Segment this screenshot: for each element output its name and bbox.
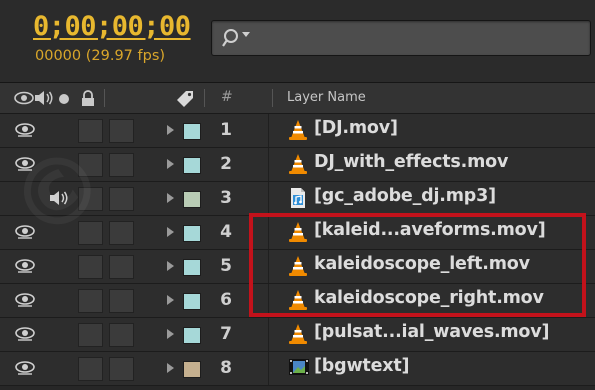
expand-triangle-icon[interactable]	[167, 295, 174, 305]
layer-name[interactable]: [bgwtext]	[314, 356, 410, 376]
lock-switch[interactable]	[109, 187, 134, 211]
solo-switch[interactable]	[78, 357, 103, 381]
lock-switch[interactable]	[109, 357, 134, 381]
vlc-icon	[288, 323, 308, 349]
layer-row[interactable]: 6 kaleidoscope_right.mov	[0, 284, 595, 318]
expand-triangle-icon[interactable]	[167, 261, 174, 271]
column-divider	[268, 114, 269, 147]
layer-name[interactable]: [DJ.mov]	[314, 118, 398, 138]
label-color-swatch[interactable]	[183, 225, 201, 242]
solo-switch[interactable]	[78, 323, 103, 347]
solo-switch[interactable]	[78, 289, 103, 313]
video-eye-icon[interactable]	[15, 122, 37, 142]
vlc-icon	[288, 255, 308, 281]
video-eye-icon[interactable]	[15, 292, 37, 312]
expand-triangle-icon[interactable]	[167, 125, 174, 135]
vlc-icon	[288, 153, 308, 179]
video-eye-icon[interactable]	[15, 224, 37, 244]
expand-triangle-icon[interactable]	[167, 159, 174, 169]
vlc-icon	[288, 119, 308, 145]
solo-switch[interactable]	[78, 153, 103, 177]
label-color-swatch[interactable]	[183, 293, 201, 310]
label-color-swatch[interactable]	[183, 191, 201, 208]
video-eye-icon[interactable]	[15, 156, 37, 176]
layer-row[interactable]: 7 [pulsat...ial_waves.mov]	[0, 318, 595, 352]
lock-switch[interactable]	[109, 289, 134, 313]
layer-name[interactable]: [pulsat...ial_waves.mov]	[314, 322, 549, 342]
column-divider	[268, 284, 269, 317]
layer-number: 3	[220, 188, 232, 208]
audio-speaker-icon[interactable]	[33, 90, 55, 106]
label-color-swatch[interactable]	[183, 327, 201, 344]
column-divider	[268, 216, 269, 249]
layer-name[interactable]: kaleidoscope_right.mov	[314, 288, 544, 308]
label-color-swatch[interactable]	[183, 157, 201, 174]
solo-dot-icon[interactable]	[58, 93, 70, 105]
layer-row[interactable]: 5 kaleidoscope_left.mov	[0, 250, 595, 284]
layer-name[interactable]: kaleidoscope_left.mov	[314, 254, 530, 274]
lock-icon[interactable]	[80, 90, 96, 107]
solo-switch[interactable]	[78, 187, 103, 211]
solo-switch[interactable]	[78, 119, 103, 143]
header-divider	[272, 89, 273, 107]
column-divider	[268, 182, 269, 215]
layer-name[interactable]: [gc_adobe_dj.mp3]	[314, 186, 496, 206]
vlc-icon	[288, 221, 308, 247]
column-divider	[268, 352, 269, 385]
expand-triangle-icon[interactable]	[167, 329, 174, 339]
layer-row[interactable]: 1 [DJ.mov]	[0, 114, 595, 148]
header-divider	[104, 89, 105, 107]
search-icon[interactable]	[222, 27, 258, 49]
timeline-panel: 0;00;00;00 00000 (29.97 fps) # Layer Nam…	[0, 0, 595, 390]
column-divider	[268, 148, 269, 181]
search-input[interactable]	[211, 20, 591, 56]
header-divider	[204, 89, 205, 107]
video-eye-icon[interactable]	[15, 326, 37, 346]
solo-switch[interactable]	[78, 255, 103, 279]
layer-row[interactable]: 3 [gc_adobe_dj.mp3]	[0, 182, 595, 216]
vlc-icon	[288, 289, 308, 315]
layer-row[interactable]: 8 [bgwtext]	[0, 352, 595, 386]
layer-number-header[interactable]: #	[221, 89, 233, 105]
expand-triangle-icon[interactable]	[167, 227, 174, 237]
audio-file-icon	[288, 187, 308, 213]
column-divider	[268, 250, 269, 283]
frame-rate-display: 00000 (29.97 fps)	[35, 48, 166, 64]
layer-number: 4	[220, 222, 232, 242]
solo-switch[interactable]	[78, 221, 103, 245]
layer-number: 7	[220, 324, 232, 344]
current-time-display[interactable]: 0;00;00;00	[33, 12, 191, 42]
layer-row[interactable]: 4 [kaleid...aveforms.mov]	[0, 216, 595, 250]
label-color-swatch[interactable]	[183, 259, 201, 276]
timeline-top-bar: 0;00;00;00 00000 (29.97 fps)	[0, 0, 595, 83]
layer-column-header: # Layer Name	[0, 83, 595, 114]
layer-name[interactable]: [kaleid...aveforms.mov]	[314, 220, 546, 240]
lock-switch[interactable]	[109, 221, 134, 245]
column-divider	[268, 318, 269, 351]
layer-number: 8	[220, 358, 232, 378]
lock-switch[interactable]	[109, 255, 134, 279]
video-eye-icon[interactable]	[15, 258, 37, 278]
layer-number: 2	[220, 154, 232, 174]
lock-switch[interactable]	[109, 323, 134, 347]
lock-switch[interactable]	[109, 119, 134, 143]
expand-triangle-icon[interactable]	[167, 193, 174, 203]
label-color-swatch[interactable]	[183, 123, 201, 140]
layer-number: 6	[220, 290, 232, 310]
label-color-swatch[interactable]	[183, 361, 201, 378]
image-sequence-icon	[288, 357, 310, 381]
layer-name[interactable]: DJ_with_effects.mov	[314, 152, 508, 172]
video-eye-icon[interactable]	[15, 360, 37, 380]
layer-number: 1	[220, 120, 232, 140]
expand-triangle-icon[interactable]	[167, 363, 174, 373]
lock-switch[interactable]	[109, 153, 134, 177]
audio-speaker-icon[interactable]	[48, 189, 72, 211]
layer-number: 5	[220, 256, 232, 276]
layer-name-header[interactable]: Layer Name	[287, 90, 366, 105]
label-tag-icon[interactable]	[174, 88, 196, 108]
layer-row[interactable]: 2 DJ_with_effects.mov	[0, 148, 595, 182]
